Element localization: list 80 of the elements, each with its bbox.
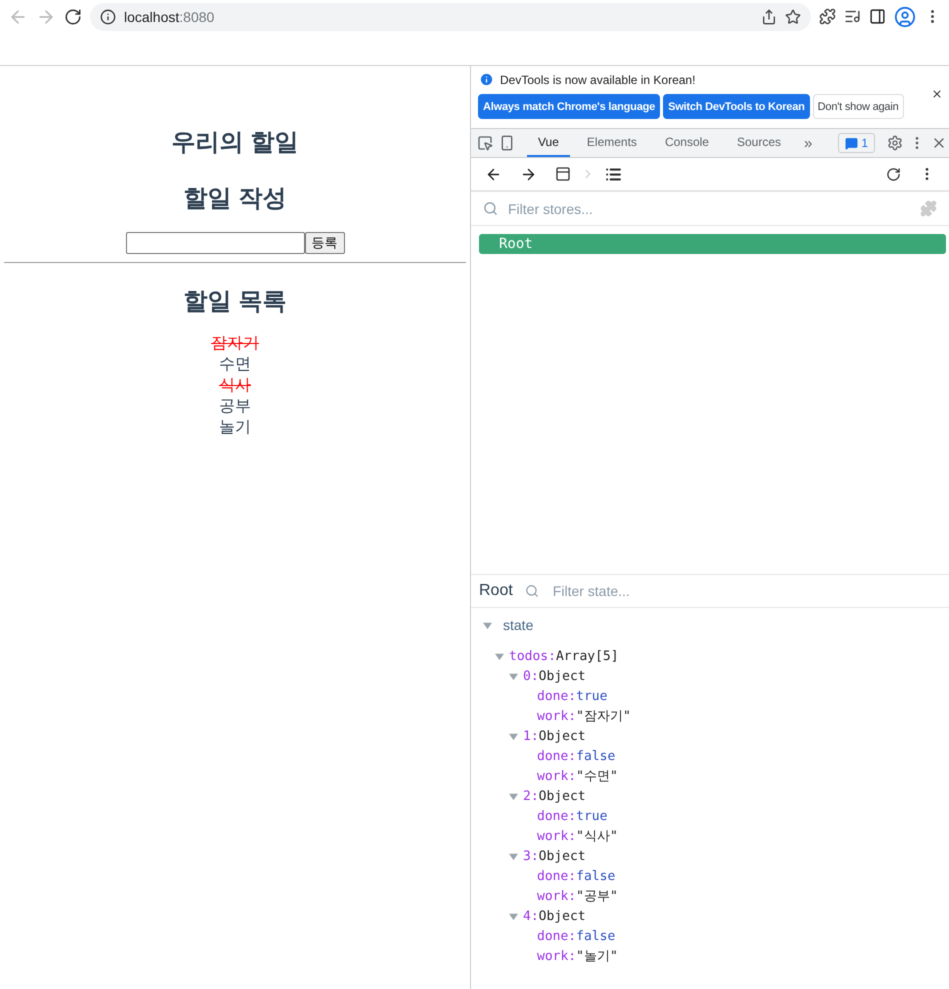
notice-button[interactable]: Always match Chrome's language bbox=[478, 94, 660, 119]
state-key: 1: bbox=[523, 728, 539, 744]
state-value: false bbox=[576, 748, 616, 764]
list-icon[interactable] bbox=[605, 166, 622, 182]
state-summary: Object bbox=[538, 788, 586, 804]
address-bar[interactable]: localhost:8080 bbox=[90, 2, 811, 30]
state-summary: Object bbox=[538, 668, 586, 684]
url-port: :8080 bbox=[179, 8, 214, 24]
reload-icon[interactable] bbox=[64, 8, 82, 26]
devtools-tab[interactable]: Elements bbox=[576, 129, 648, 157]
puzzle-icon[interactable] bbox=[819, 8, 836, 25]
state-value: "놀기" bbox=[576, 948, 618, 965]
state-key: 4: bbox=[523, 908, 539, 924]
state-value: false bbox=[576, 868, 616, 884]
notice-button[interactable]: Switch DevTools to Korean bbox=[663, 94, 810, 119]
state-value: true bbox=[576, 688, 608, 704]
state-key: done: bbox=[537, 748, 576, 764]
store-item[interactable]: Root bbox=[479, 234, 946, 254]
bookmark-star-icon bbox=[785, 8, 801, 24]
state-key: done: bbox=[537, 928, 576, 944]
state-summary: Array[5] bbox=[556, 648, 619, 664]
state-value: "수면" bbox=[576, 768, 618, 785]
puzzle-icon bbox=[920, 200, 937, 217]
devtools-tab[interactable]: Sources bbox=[726, 129, 792, 157]
devtools-tab[interactable]: Console bbox=[654, 129, 720, 157]
todo-input-field[interactable] bbox=[126, 232, 304, 254]
info-icon bbox=[479, 72, 494, 87]
state-key: work: bbox=[537, 708, 576, 724]
state-key: done: bbox=[537, 688, 576, 704]
filter-stores-field[interactable]: Filter stores... bbox=[506, 200, 912, 218]
state-value: "공부" bbox=[576, 888, 618, 905]
inspect-icon[interactable] bbox=[477, 135, 493, 151]
todo-item[interactable]: 공부 bbox=[219, 396, 251, 417]
issues-button[interactable]: 1 bbox=[838, 133, 876, 153]
todo-item[interactable]: 잠자기 bbox=[211, 333, 259, 354]
refresh-icon[interactable] bbox=[886, 166, 901, 182]
app-title: 우리의 할일 bbox=[172, 128, 298, 158]
state-key: 3: bbox=[523, 848, 539, 864]
search-icon bbox=[524, 584, 539, 598]
state-summary: Object bbox=[538, 728, 586, 744]
state-key: work: bbox=[537, 768, 576, 784]
state-key: todos: bbox=[509, 648, 556, 664]
todo-item[interactable]: 식사 bbox=[219, 375, 251, 396]
state-key: work: bbox=[537, 828, 576, 844]
share-icon bbox=[761, 8, 777, 24]
close-icon[interactable] bbox=[931, 88, 943, 100]
state-summary: Object bbox=[538, 848, 586, 864]
state-key: 0: bbox=[523, 668, 539, 684]
message-icon bbox=[845, 136, 858, 150]
filter-state-field[interactable]: Filter state... bbox=[550, 582, 941, 600]
state-value: true bbox=[576, 808, 608, 824]
side-panel-icon[interactable] bbox=[869, 8, 886, 25]
state-summary: Object bbox=[538, 908, 586, 924]
state-key: work: bbox=[537, 888, 576, 904]
state-key: 2: bbox=[523, 788, 539, 804]
notice-button[interactable]: Don't show again bbox=[812, 94, 904, 119]
media-list-icon[interactable] bbox=[844, 8, 861, 25]
state-key: work: bbox=[537, 948, 576, 964]
state-key: done: bbox=[537, 808, 576, 824]
state-panel-title: Root bbox=[479, 582, 513, 600]
register-button[interactable]: 등록 bbox=[304, 232, 344, 254]
url-host: localhost bbox=[124, 8, 180, 24]
todo-item[interactable]: 놀기 bbox=[219, 417, 251, 438]
avatar-icon[interactable] bbox=[894, 6, 916, 28]
state-key: done: bbox=[537, 868, 576, 884]
settings-icon[interactable] bbox=[887, 135, 904, 151]
state-value: false bbox=[576, 928, 616, 944]
notice-text: DevTools is now available in Korean! bbox=[500, 72, 696, 86]
search-icon bbox=[483, 201, 498, 216]
info-icon bbox=[100, 8, 116, 24]
state-value: "잠자기" bbox=[576, 708, 631, 725]
list-title: 할일 목록 bbox=[184, 287, 286, 317]
state-section-label: state bbox=[503, 617, 534, 633]
more-tabs-button[interactable]: » bbox=[798, 134, 818, 152]
state-value: "식사" bbox=[576, 828, 618, 845]
todo-item[interactable]: 수면 bbox=[219, 354, 251, 375]
device-toolbar-icon[interactable] bbox=[499, 135, 515, 151]
form-title: 할일 작성 bbox=[184, 184, 286, 214]
devtools-tab[interactable]: Vue bbox=[527, 129, 570, 157]
component-panel-icon[interactable] bbox=[555, 166, 571, 182]
